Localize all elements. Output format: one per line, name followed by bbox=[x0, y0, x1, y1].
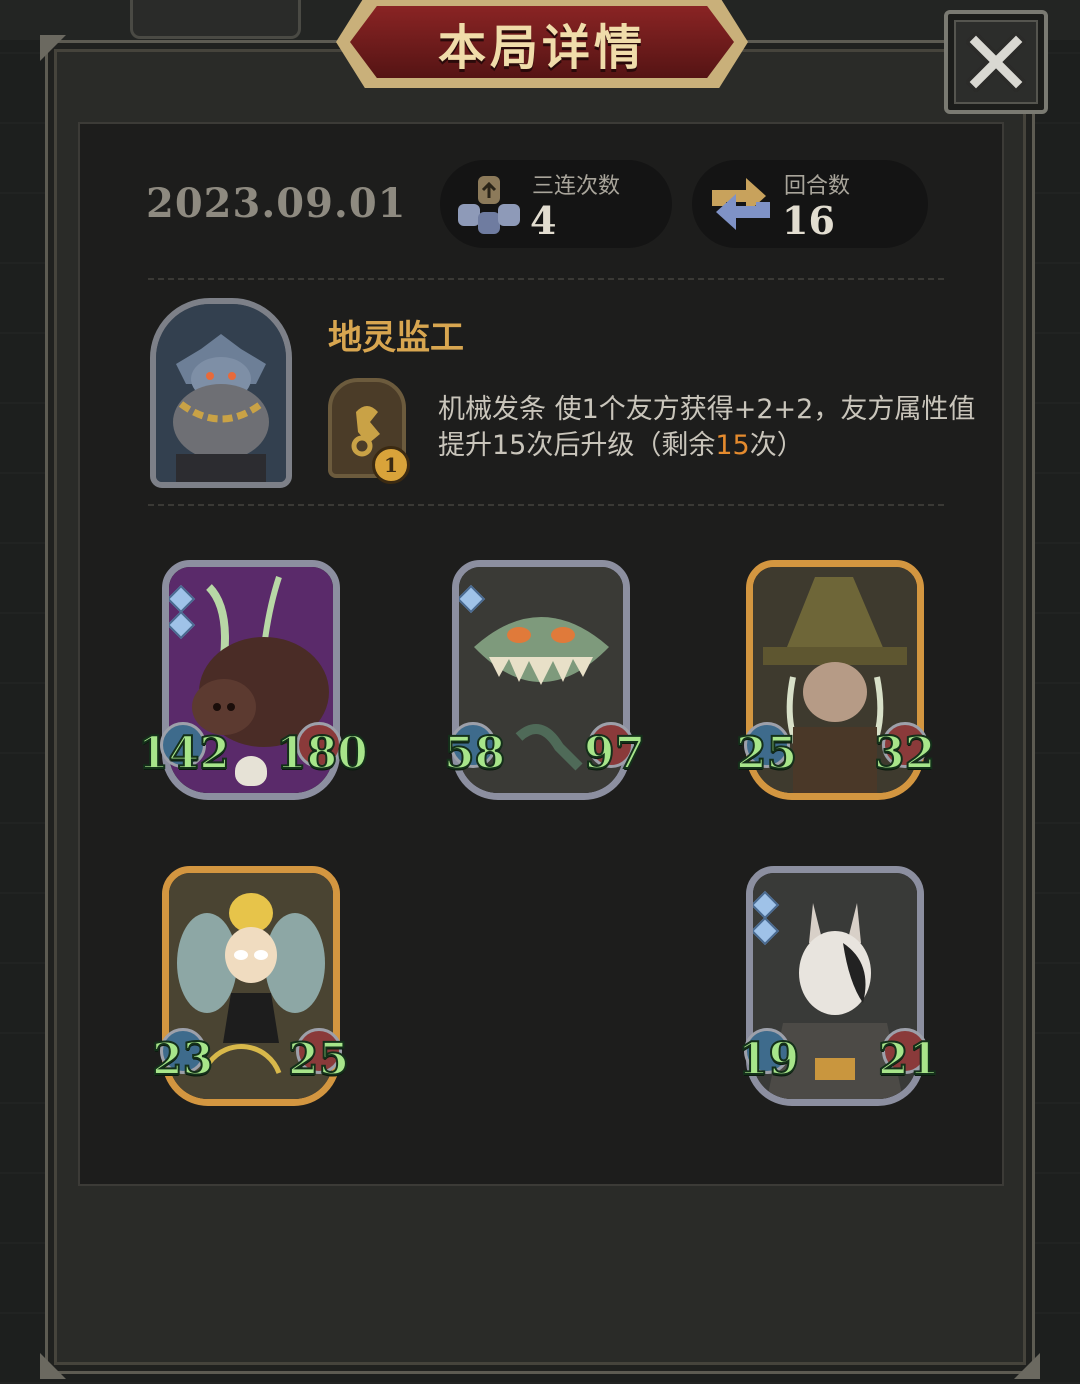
hero-name: 地灵监工 bbox=[328, 318, 464, 358]
fairy-health: 25 bbox=[287, 1033, 350, 1086]
hero-portrait[interactable] bbox=[150, 298, 292, 488]
boar-attack: 142 bbox=[137, 727, 231, 780]
skill-level-badge: 1 bbox=[372, 446, 410, 484]
rounds-icon bbox=[712, 178, 770, 230]
triple-count-pill: 三连次数 4 bbox=[440, 160, 672, 248]
hero-gargoyle-art bbox=[156, 304, 286, 482]
triple-value: 4 bbox=[530, 198, 557, 243]
witch-health: 32 bbox=[873, 727, 936, 780]
rounds-label: 回合数 bbox=[784, 174, 851, 199]
skill-description: 机械发条 使1个友方获得+2+2，友方属性值提升15次后升级（剩余15次） bbox=[438, 392, 988, 464]
plant-health: 97 bbox=[583, 727, 646, 780]
triple-icon bbox=[458, 176, 520, 234]
match-date: 2023.09.01 bbox=[146, 180, 407, 227]
plant-attack: 58 bbox=[443, 727, 506, 780]
skill-desc-text: 机械发条 使1个友方获得+2+2，友方属性值提升15次后升级（剩余 bbox=[438, 394, 976, 461]
boar-health: 180 bbox=[275, 727, 369, 780]
close-button[interactable] bbox=[944, 10, 1048, 114]
top-tab bbox=[130, 0, 301, 39]
witch-attack: 25 bbox=[735, 727, 798, 780]
triple-label: 三连次数 bbox=[532, 174, 621, 199]
rounds-value: 16 bbox=[782, 198, 835, 243]
close-icon bbox=[966, 32, 1026, 92]
skill-remaining: 15 bbox=[715, 430, 750, 461]
page-title: 本局详情 bbox=[437, 20, 646, 76]
round-count-pill: 回合数 16 bbox=[692, 160, 928, 248]
rabbit-attack: 19 bbox=[737, 1033, 800, 1086]
skull-icon bbox=[235, 756, 267, 786]
fairy-attack: 23 bbox=[151, 1033, 214, 1086]
rabbit-health: 21 bbox=[877, 1033, 940, 1086]
skill-desc-suffix: 次） bbox=[749, 430, 804, 461]
divider bbox=[148, 504, 948, 506]
divider bbox=[148, 278, 948, 280]
